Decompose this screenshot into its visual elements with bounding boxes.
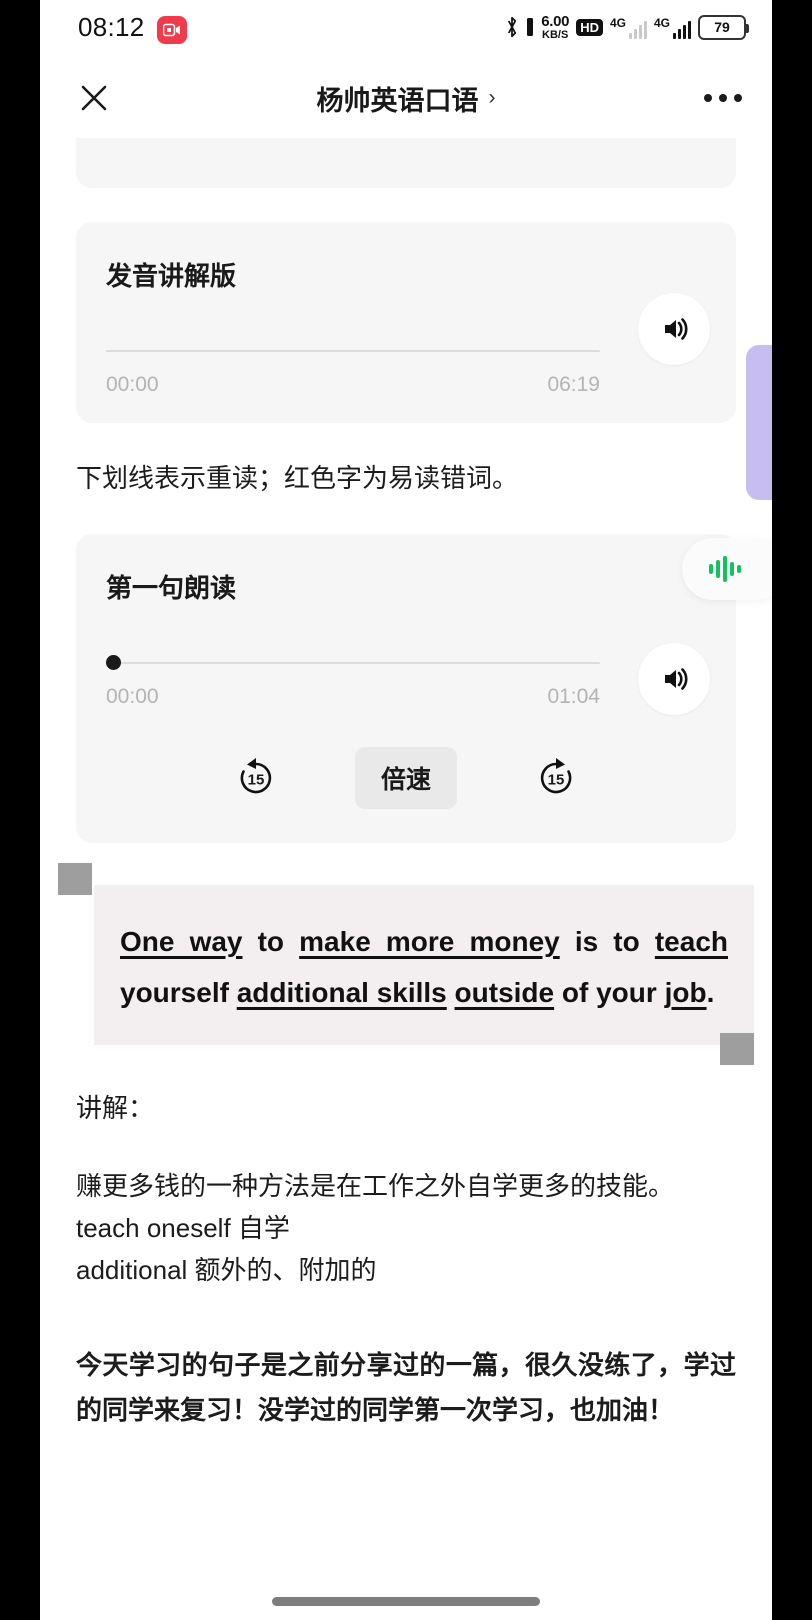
stressed-word: teach (654, 926, 728, 957)
page-title-group[interactable]: 杨帅英语口语 › (317, 79, 496, 118)
status-bar: 08:12 6.00 KB/S HD 4G 4G 79 (40, 0, 772, 58)
audio-total-time: 06:19 (547, 373, 600, 396)
playback-controls: 15 倍速 15 (106, 747, 706, 809)
audio-progress-track[interactable] (106, 655, 600, 670)
audio-progress-line (106, 662, 600, 664)
audio-current-time: 00:00 (106, 685, 159, 708)
audio-progress-track[interactable] (106, 347, 600, 355)
audio-player-card: 发音讲解版 00:00 06:19 (76, 222, 736, 423)
network-speed-unit: KB/S (542, 28, 569, 41)
status-bar-indicators: 6.00 KB/S HD 4G 4G 79 (505, 10, 749, 44)
phone-frame: 08:12 6.00 KB/S HD 4G 4G 79 杨帅英语口语 › 发音讲… (0, 0, 812, 1620)
signal-label-sim2: 4G (653, 16, 670, 30)
explanation-translation: 赚更多钱的一种方法是在工作之外自学更多的技能。 (76, 1171, 675, 1202)
english-sentence[interactable]: One way to make more money is to teach y… (94, 885, 754, 1045)
vocab-item: additional 额外的、附加的 (76, 1255, 377, 1286)
explanation-section: 讲解： 赚更多钱的一种方法是在工作之外自学更多的技能。 teach onesel… (76, 1087, 736, 1291)
navigation-bar: 杨帅英语口语 › (40, 58, 772, 138)
signal-bars-sim1 (628, 21, 647, 39)
explanation-heading: 讲解： (76, 1092, 155, 1123)
forward-seconds-label: 15 (547, 771, 565, 789)
rewind-seconds-label: 15 (247, 771, 265, 789)
chevron-right-icon: › (488, 86, 496, 109)
speaker-icon[interactable] (638, 643, 710, 715)
app-screen: 08:12 6.00 KB/S HD 4G 4G 79 杨帅英语口语 › 发音讲… (40, 0, 772, 1620)
screen-record-icon (157, 16, 187, 44)
quote-text: is to (559, 926, 655, 957)
stressed-word: job (664, 976, 707, 1008)
audio-wave-floating-button[interactable] (682, 538, 772, 600)
network-speed-indicator: 6.00 KB/S (541, 14, 569, 41)
quote-text: yourself (120, 976, 237, 1008)
purple-side-tab[interactable] (746, 345, 772, 500)
reading-note: 下划线表示重读；红色字为易读错词。 (76, 463, 519, 493)
selection-handle-start[interactable] (58, 863, 92, 895)
signal-bars-sim2 (673, 21, 691, 39)
audio-progress-line (106, 350, 600, 352)
data-transfer-icon (527, 18, 534, 36)
network-speed-value: 6.00 (541, 12, 570, 30)
vocab-item: teach oneself 自学 (76, 1213, 290, 1244)
signal-strength-sim1: 4G (610, 15, 647, 39)
stressed-word: One way (120, 926, 243, 957)
hd-voice-icon: HD (576, 18, 603, 36)
quote-text: to (242, 926, 300, 957)
speaker-icon[interactable] (638, 293, 710, 365)
closing-message: 今天学习的句子是之前分享过的一篇，很久没练了，学过的同学来复习！没学过的同学第一… (76, 1350, 736, 1426)
playback-speed-button[interactable]: 倍速 (354, 747, 457, 809)
stressed-word: make more money (299, 926, 560, 957)
article-content: 发音讲解版 00:00 06:19 下划线表示重读；红色字为易读错词。 第一句朗… (40, 138, 772, 1433)
page-title: 杨帅英语口语 (316, 85, 479, 116)
previous-audio-card-partial (76, 138, 736, 188)
audio-time-row: 00:00 01:04 (106, 685, 600, 709)
selection-handle-end[interactable] (720, 1032, 754, 1065)
audio-wave-icon (709, 556, 741, 582)
audio-card-title: 发音讲解版 (106, 261, 237, 291)
audio-current-time: 00:00 (106, 373, 159, 396)
signal-label-sim1: 4G (609, 16, 626, 30)
audio-card-title: 第一句朗读 (106, 573, 237, 603)
audio-player-card: 第一句朗读 00:00 01:04 15 倍速 15 (76, 534, 736, 843)
battery-indicator: 79 (698, 14, 749, 40)
status-bar-clock: 08:12 (78, 12, 145, 42)
quote-text: of your (554, 976, 665, 1008)
audio-progress-thumb[interactable] (106, 655, 121, 670)
stressed-word: additional skills (236, 976, 447, 1008)
forward-15-icon[interactable]: 15 (531, 753, 581, 803)
stressed-word: outside (454, 976, 555, 1008)
audio-time-row: 00:00 06:19 (106, 373, 600, 397)
rewind-15-icon[interactable]: 15 (231, 753, 281, 803)
more-options-icon[interactable] (704, 94, 742, 102)
quote-text: . (706, 976, 715, 1008)
home-indicator (272, 1597, 540, 1606)
quote-text (447, 977, 455, 1008)
selected-quote-region: One way to make more money is to teach y… (58, 863, 754, 1065)
signal-strength-sim2: 4G (654, 15, 691, 39)
audio-total-time: 01:04 (547, 685, 600, 708)
close-icon[interactable] (74, 78, 114, 118)
bluetooth-icon (508, 16, 517, 38)
